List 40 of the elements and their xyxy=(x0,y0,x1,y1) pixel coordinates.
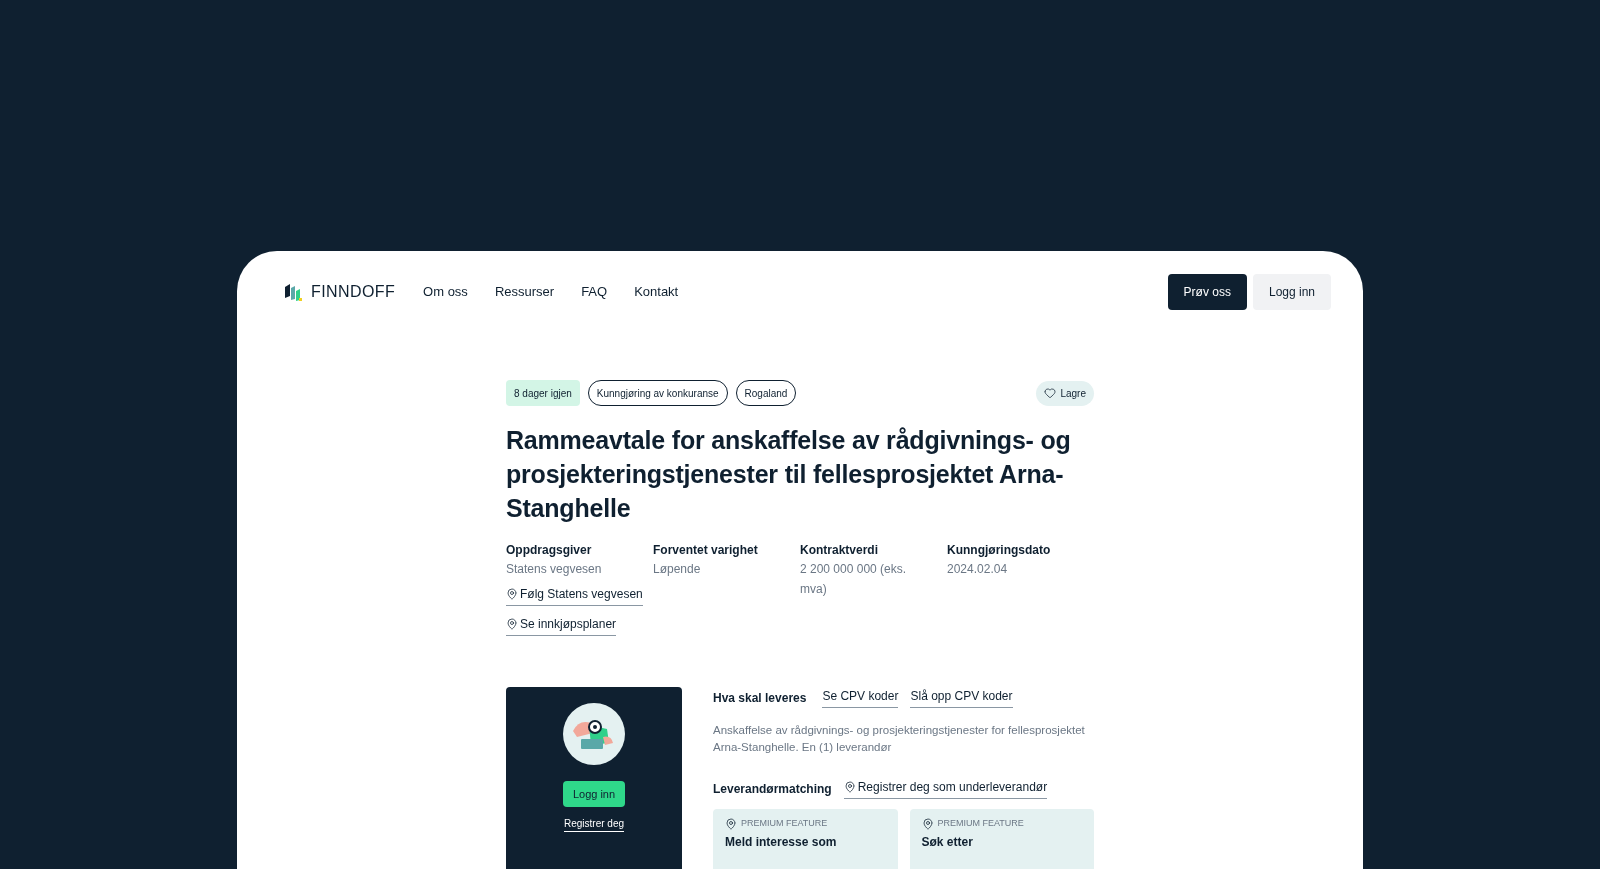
link[interactable]: Se CPV koder xyxy=(822,687,899,708)
nav-link[interactable]: Ressurser xyxy=(494,282,555,302)
pin-icon xyxy=(725,817,737,830)
pin-icon xyxy=(921,817,934,830)
description: Anskaffelse av rådgivnings- og prosjekteringstjenester for fellesprosjektet Arna-Stanghelle. En (1) leverandør xyxy=(713,723,1086,755)
nav-link[interactable]: Om oss xyxy=(423,282,468,302)
fact-label: Forventet varighet xyxy=(653,542,759,559)
section-heading: Leverandørmatching xyxy=(713,780,832,798)
fact-value: 2 200 000 000 (eks. mva) xyxy=(800,561,908,598)
page-title: Rammeavtale for anskaffelse av rådgivnings- og prosjekteringstjenester til fellesprosjektet Arna-Stanghelle xyxy=(506,425,1072,524)
fact-label: Kunngjøringsdato xyxy=(947,542,1052,559)
link[interactable]: Registrer deg som underleverandør xyxy=(843,778,1048,799)
pin-icon xyxy=(843,781,856,793)
heart-icon xyxy=(1044,387,1057,399)
fact-value: 2024.02.04 xyxy=(947,561,1009,578)
try-button[interactable]: Prøv oss xyxy=(1167,274,1247,310)
card-title: Søk etter xyxy=(921,833,974,851)
link[interactable]: Se innkjøpsplaner xyxy=(506,615,617,636)
login-button[interactable]: Logg inn xyxy=(562,781,626,807)
nav-link[interactable]: Kontakt xyxy=(634,282,679,302)
fact-value: Statens vegvesen xyxy=(506,561,603,578)
fact-label: Kontraktverdi xyxy=(800,542,880,559)
pin-icon xyxy=(506,588,518,600)
register-link[interactable]: Registrer deg xyxy=(564,816,624,832)
brand-name: FINNDOFF xyxy=(311,282,396,302)
save-button[interactable]: Lagre xyxy=(1036,380,1094,406)
fact-label: Oppdragsgiver xyxy=(506,542,593,559)
link[interactable]: Slå opp CPV koder xyxy=(910,687,1013,708)
premium-label: PREMIUM FEATURE xyxy=(741,817,828,830)
section-heading: Hva skal leveres xyxy=(713,689,807,707)
fact-value: Løpende xyxy=(653,561,702,578)
premium-label: PREMIUM FEATURE xyxy=(937,817,1024,830)
tag: 8 dager igjen xyxy=(506,380,580,406)
login-button[interactable]: Logg inn xyxy=(1252,274,1331,310)
illustration-drawing xyxy=(563,703,625,765)
pin-icon xyxy=(506,618,518,630)
card-title: Meld interesse som xyxy=(725,833,838,851)
logo-icon xyxy=(283,282,303,302)
link[interactable]: Følg Statens vegvesen xyxy=(506,585,643,606)
nav-link[interactable]: FAQ xyxy=(581,282,608,302)
